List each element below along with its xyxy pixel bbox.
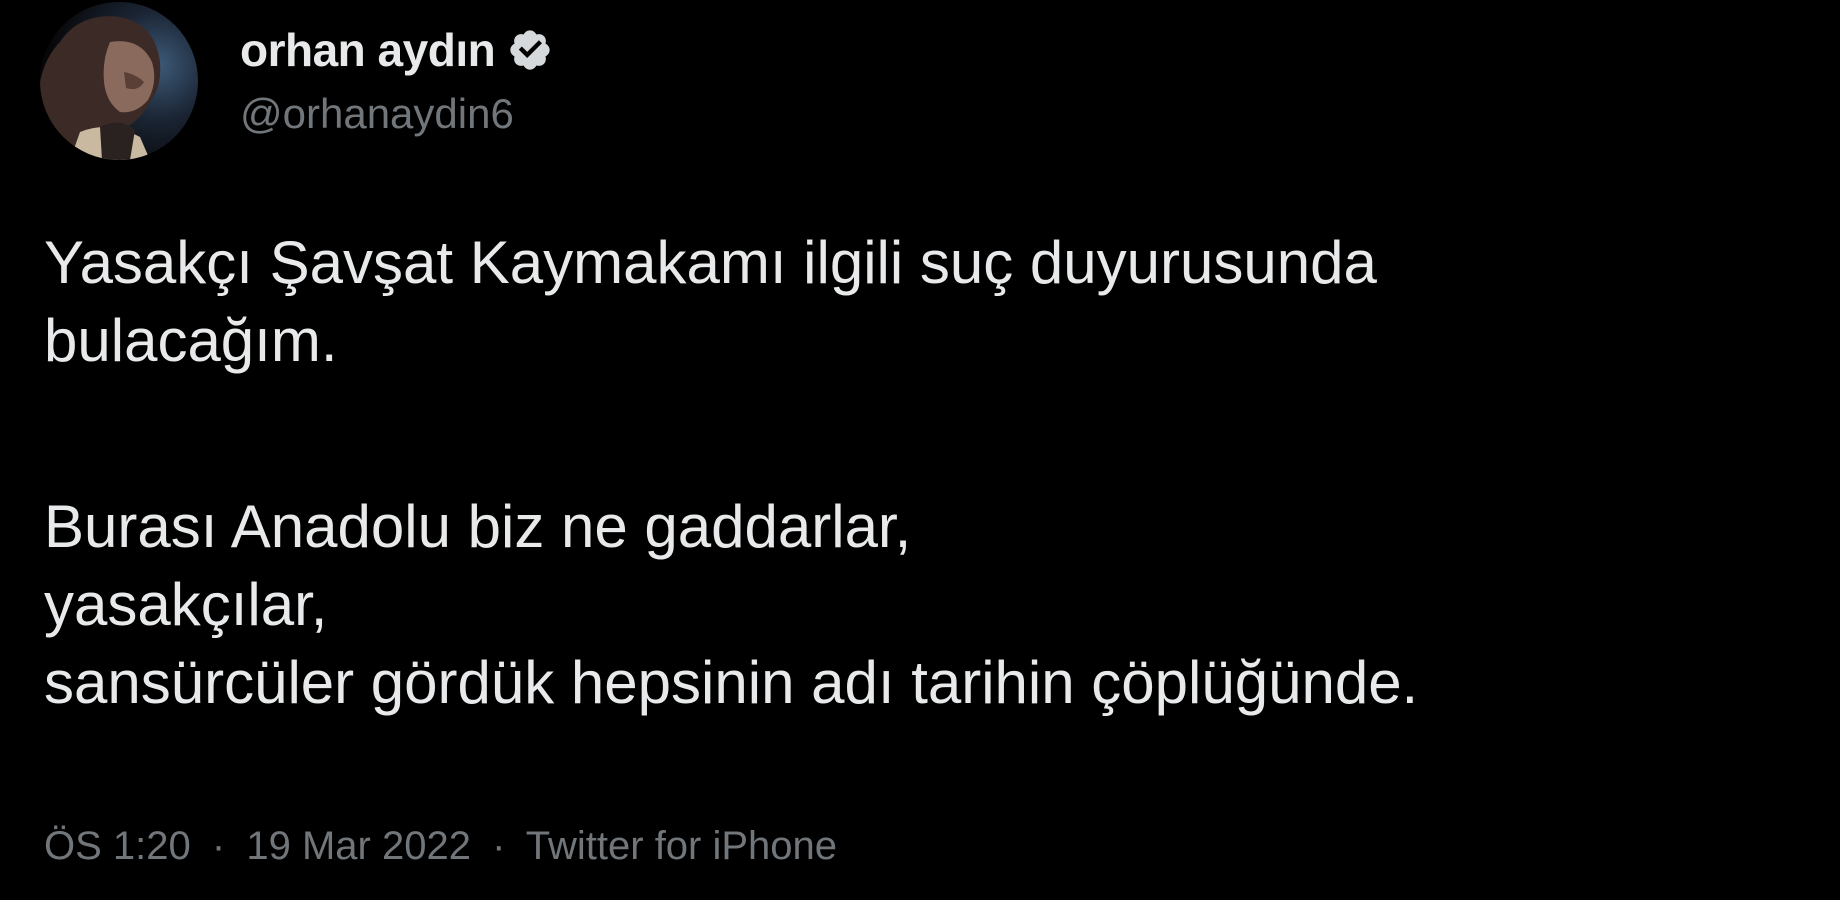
author-name-row[interactable]: orhan aydın [240,22,553,78]
tweet-date[interactable]: 19 Mar 2022 [246,824,471,868]
meta-separator: · [492,824,506,868]
tweet-text: Yasakçı Şavşat Kaymakamı ilgili suç duyu… [44,224,1804,722]
paragraph-break [44,380,1804,488]
author-display-name[interactable]: orhan aydın [240,22,496,78]
tweet-time[interactable]: ÖS 1:20 [44,824,191,868]
tweet-card: orhan aydın @orhanaydin6 Yasakçı Şavşat … [0,0,1840,900]
meta-separator: · [211,824,226,868]
tweet-meta: ÖS 1:20 · 19 Mar 2022 · Twitter for iPho… [44,818,837,874]
tweet-source[interactable]: Twitter for iPhone [526,824,837,868]
tweet-text-line: yasakçılar, [44,571,328,638]
author-handle[interactable]: @orhanaydin6 [240,86,514,142]
avatar-photo [40,2,198,160]
avatar[interactable] [40,2,198,160]
tweet-text-line: Burası Anadolu biz ne gaddarlar, [44,493,912,560]
tweet-text-line: sansürcüler gördük hepsinin adı tarihin … [44,649,1419,716]
tweet-text-line: bulacağım. [44,307,338,374]
tweet-text-line: Yasakçı Şavşat Kaymakamı ilgili suç duyu… [44,229,1377,296]
verified-badge-icon [507,27,553,73]
